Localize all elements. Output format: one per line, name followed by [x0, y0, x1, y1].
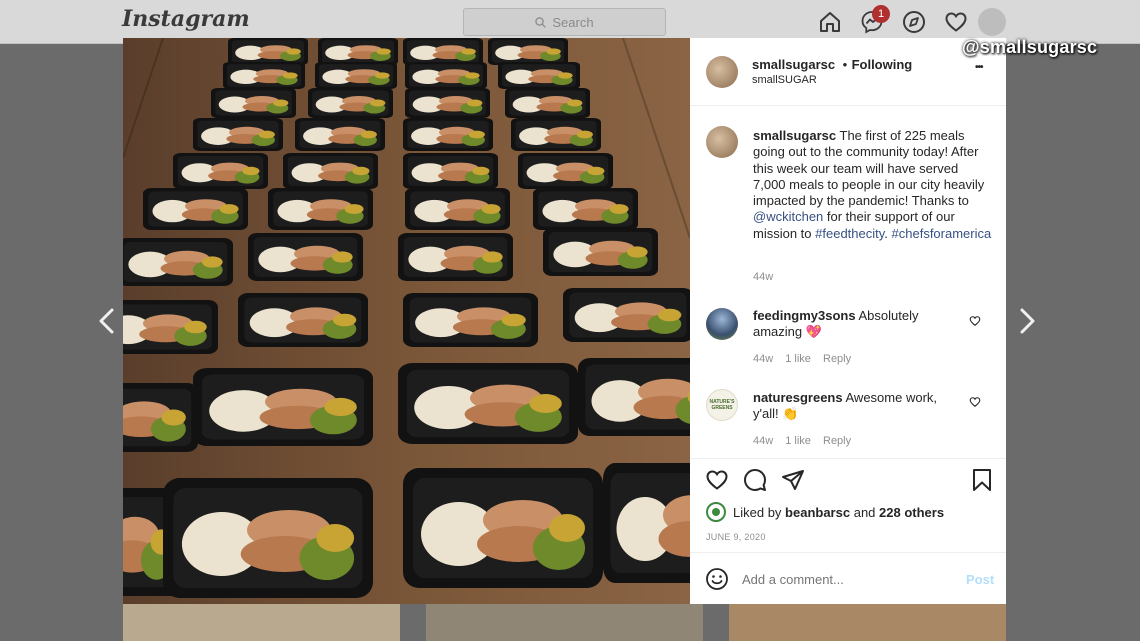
reply-button[interactable]: Reply [823, 353, 851, 365]
next-post-arrow-icon[interactable] [1012, 306, 1042, 336]
liked-by-prefix: Liked by [733, 505, 782, 520]
post-date[interactable]: JUNE 9, 2020 [706, 532, 766, 542]
caption-timestamp[interactable]: 44w [753, 271, 773, 283]
post-photo[interactable] [123, 38, 690, 604]
feed-thumbnail[interactable] [729, 604, 1006, 641]
caption-username[interactable]: smallsugarsc [753, 128, 836, 143]
author-username[interactable]: smallsugarsc [752, 57, 835, 72]
more-options-icon[interactable]: ••• [975, 62, 983, 73]
mention-link[interactable]: @wckitchen [753, 209, 823, 224]
liked-by: Liked by beanbarsc and 228 others [733, 505, 944, 520]
comment-meta: 44w 1 like Reply [753, 353, 851, 365]
feed-thumbnail[interactable] [123, 604, 400, 641]
home-icon[interactable] [818, 10, 842, 34]
search-placeholder: Search [552, 14, 594, 30]
comment-username[interactable]: naturesgreens [753, 390, 843, 405]
instagram-logo[interactable]: Instagram [122, 6, 250, 32]
search-icon [535, 16, 547, 28]
comment-username[interactable]: feedingmy3sons [753, 308, 856, 323]
hashtag-link[interactable]: #feedthecity [815, 226, 884, 241]
reply-button[interactable]: Reply [823, 435, 851, 447]
comment-likes[interactable]: 1 like [785, 353, 811, 365]
author-avatar[interactable] [706, 56, 738, 88]
post-details-panel: smallsugarsc • Following smallSUGAR ••• … [690, 38, 1006, 604]
comment-meta: 44w 1 like Reply [753, 435, 851, 447]
hashtag-link[interactable]: #chefsforamerica [892, 226, 992, 241]
comment: naturesgreens Awesome work, y'all! 👏 [753, 390, 963, 423]
profile-avatar[interactable] [978, 8, 1006, 36]
comment: feedingmy3sons Absolutely amazing 💖 [753, 308, 963, 341]
notification-badge: 1 [872, 5, 890, 23]
natures-greens-logo: NATURE'S GREENS [709, 399, 735, 411]
like-heart-icon[interactable] [705, 468, 729, 492]
following-button[interactable]: Following [852, 57, 913, 72]
previous-post-arrow-icon[interactable] [92, 306, 122, 336]
liker-avatar-dot [712, 508, 720, 516]
feed-thumbnail[interactable] [426, 604, 703, 641]
liked-by-others-link[interactable]: 228 others [879, 505, 944, 520]
save-bookmark-icon[interactable] [970, 468, 994, 492]
source-watermark: @smallsugarsc [962, 37, 1098, 57]
liked-by-and: and [853, 505, 876, 520]
comment-time[interactable]: 44w [753, 435, 773, 447]
liked-by-username[interactable]: beanbarsc [785, 505, 850, 520]
post-header: smallsugarsc • Following smallSUGAR ••• [690, 38, 1006, 106]
post-location[interactable]: smallSUGAR [752, 74, 817, 86]
follow-separator: • [842, 57, 848, 72]
share-send-icon[interactable] [781, 468, 805, 492]
comment-bubble-icon[interactable] [743, 468, 767, 492]
comment-time[interactable]: 44w [753, 353, 773, 365]
comment-like-heart-icon[interactable] [969, 315, 981, 327]
author-line: smallsugarsc • Following [752, 56, 912, 74]
heart-emoji-icon: 💖 [805, 324, 822, 340]
commenter-avatar[interactable] [706, 308, 738, 340]
post-comment-button[interactable]: Post [966, 572, 994, 587]
search-input[interactable]: Search [463, 8, 666, 36]
comment-like-heart-icon[interactable] [969, 396, 981, 408]
activity-heart-icon[interactable] [944, 10, 968, 34]
divider [690, 458, 1006, 459]
emoji-smiley-icon[interactable] [705, 567, 729, 591]
caption-avatar[interactable] [706, 126, 738, 158]
post-caption: smallsugarsc The first of 225 meals goin… [753, 128, 993, 242]
add-comment-input[interactable] [742, 569, 942, 589]
commenter-avatar[interactable]: NATURE'S GREENS [706, 389, 738, 421]
caption-text-3: . [884, 225, 892, 241]
meal-containers-photo [123, 38, 690, 604]
liker-avatar[interactable] [706, 502, 726, 522]
clap-emoji-icon: 👏 [782, 406, 799, 422]
divider [690, 552, 1006, 553]
explore-icon[interactable] [902, 10, 926, 34]
comment-likes[interactable]: 1 like [785, 435, 811, 447]
